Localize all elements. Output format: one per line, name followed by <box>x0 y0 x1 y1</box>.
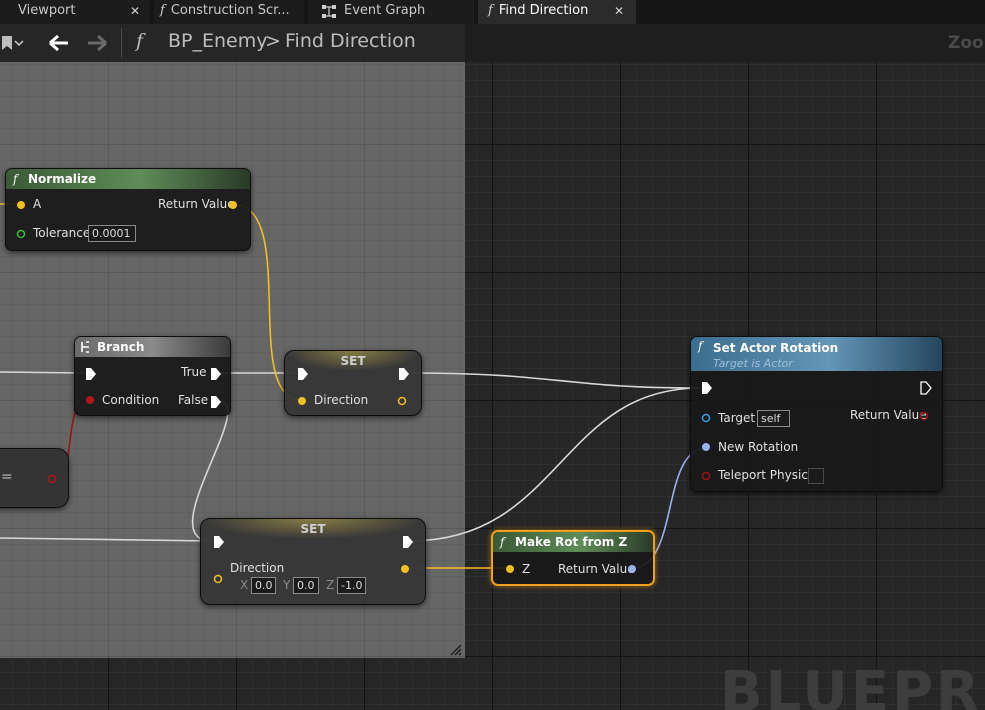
node-title: Branch <box>97 340 145 354</box>
navigation-bar: f BP_Enemy > Find Direction <box>0 24 985 62</box>
pin-label: Return Value <box>850 408 927 422</box>
vector-pin-icon[interactable] <box>297 396 309 406</box>
object-pin-icon[interactable] <box>701 413 713 423</box>
branch-node[interactable]: Branch True Condition False <box>74 336 231 416</box>
node-title: = <box>1 469 13 485</box>
node-header: f Normalize <box>6 169 250 189</box>
axis-label: X <box>240 578 249 592</box>
x-field[interactable]: 0.0 <box>251 577 276 594</box>
node-title: Normalize <box>28 172 97 186</box>
rotator-pin-icon[interactable] <box>919 411 931 421</box>
function-icon: f <box>500 535 505 549</box>
exec-out-pin-icon[interactable] <box>210 367 222 381</box>
exec-out-pin-icon[interactable] <box>210 395 222 409</box>
rotator-pin-icon[interactable] <box>627 564 639 574</box>
float-pin-icon[interactable] <box>505 564 517 574</box>
bookmark-icon[interactable] <box>2 36 24 52</box>
node-header: f Make Rot from Z <box>493 532 653 552</box>
exec-out-pin-icon[interactable] <box>398 367 410 381</box>
target-field[interactable]: self <box>757 410 790 427</box>
back-arrow-icon[interactable] <box>48 34 70 52</box>
node-header: f Set Actor Rotation Target is Actor <box>691 337 942 371</box>
vector-pin-icon[interactable] <box>16 200 28 210</box>
pin-label: Return Value <box>158 197 235 211</box>
pin-label: False <box>178 393 209 407</box>
bool-pin-icon[interactable] <box>701 471 713 481</box>
exec-in-pin-icon[interactable] <box>213 535 225 549</box>
exec-out-pin-icon[interactable] <box>920 381 932 395</box>
pin-label: Return Value <box>558 562 635 576</box>
exec-out-pin-icon[interactable] <box>402 535 414 549</box>
function-icon: f <box>698 339 703 353</box>
branch-icon <box>81 341 89 353</box>
make-rot-from-z-node[interactable]: f Make Rot from Z Z Return Value <box>491 530 655 586</box>
axis-label: Y <box>283 578 291 592</box>
vector-pin-icon[interactable] <box>228 200 240 210</box>
forward-arrow-icon[interactable] <box>86 34 108 52</box>
blueprint-watermark: BLUEPRINT <box>720 660 985 710</box>
pin-label: Direction <box>230 561 285 575</box>
z-field[interactable]: -1.0 <box>337 577 366 594</box>
set-direction-node[interactable]: SET Direction <box>284 350 422 416</box>
bool-pin-icon[interactable] <box>85 395 97 405</box>
node-header: Branch <box>75 337 230 357</box>
vector-pin-icon[interactable] <box>213 574 225 584</box>
breadcrumb-separator: > <box>265 30 281 52</box>
pin-label: Teleport Physics <box>718 468 815 482</box>
pin-label: Condition <box>102 393 160 407</box>
breadcrumb-blueprint[interactable]: BP_Enemy <box>168 30 267 52</box>
function-icon: f <box>13 172 18 186</box>
equals-node[interactable]: = <box>0 448 69 508</box>
float-pin-icon[interactable] <box>16 229 28 239</box>
pin-label: True <box>181 365 207 379</box>
set-direction-default-node[interactable]: SET Direction X 0.0 Y 0.0 Z -1.0 <box>200 518 426 605</box>
breadcrumb-function[interactable]: Find Direction <box>285 30 416 52</box>
exec-in-pin-icon[interactable] <box>85 367 97 381</box>
vector-pin-icon[interactable] <box>400 564 412 574</box>
node-title: SET <box>340 354 366 368</box>
pin-label: Target <box>718 411 756 425</box>
zoom-label: Zoom <box>948 33 985 53</box>
normalize-node[interactable]: f Normalize A Return Value Tolerance 0.0… <box>5 168 251 251</box>
nav-divider <box>121 28 122 58</box>
teleport-checkbox[interactable] <box>808 468 824 484</box>
pin-label: Tolerance <box>33 226 91 240</box>
node-subtitle: Target is Actor <box>713 357 793 370</box>
node-header: SET <box>201 519 425 539</box>
node-title: Make Rot from Z <box>515 535 628 549</box>
y-field[interactable]: 0.0 <box>293 577 319 594</box>
pin-label: New Rotation <box>718 440 799 454</box>
node-title: SET <box>300 522 326 536</box>
pin-label: Z <box>522 562 531 576</box>
blueprint-editor: Viewport ✕ f Construction Scr... Event Gr… <box>0 0 985 710</box>
exec-in-pin-icon[interactable] <box>297 367 309 381</box>
bool-pin-icon[interactable] <box>47 474 59 484</box>
rotator-pin-icon[interactable] <box>701 442 713 452</box>
function-icon: f <box>136 30 144 52</box>
node-title: Set Actor Rotation <box>713 341 839 355</box>
pin-label: A <box>33 197 42 211</box>
tolerance-field[interactable]: 0.0001 <box>88 225 136 242</box>
set-actor-rotation-node[interactable]: f Set Actor Rotation Target is Actor Tar… <box>690 336 943 492</box>
pin-label: Direction <box>314 393 369 407</box>
axis-label: Z <box>326 578 335 592</box>
vector-pin-icon[interactable] <box>397 396 409 406</box>
exec-in-pin-icon[interactable] <box>701 381 713 395</box>
